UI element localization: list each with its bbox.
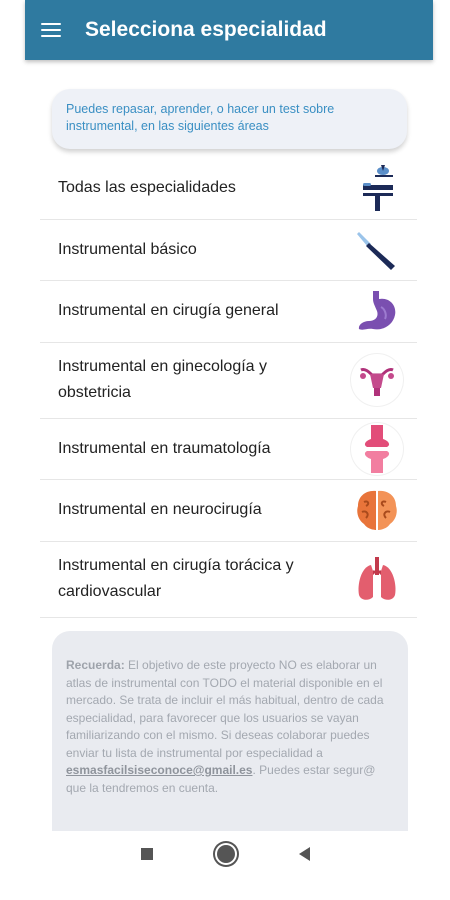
lungs-icon — [351, 553, 403, 605]
specialty-item-gynecology[interactable]: Instrumental en ginecología y obstetrici… — [40, 343, 417, 419]
specialty-item-thoracic-cardiovascular[interactable]: Instrumental en cirugía torácica y cardi… — [40, 542, 417, 618]
specialty-item-neurosurgery[interactable]: Instrumental en neurocirugía — [40, 480, 417, 542]
reminder-lead: Recuerda: — [66, 658, 125, 672]
stomach-icon — [351, 285, 403, 337]
app-bar: Selecciona especialidad — [25, 0, 433, 60]
specialty-item-all[interactable]: Todas las especialidades — [40, 158, 417, 220]
intro-card: Puedes repasar, aprender, o hacer un tes… — [52, 89, 407, 149]
specialty-label: Instrumental básico — [58, 240, 197, 258]
intro-text: Puedes repasar, aprender, o hacer un tes… — [66, 102, 335, 133]
specialty-label: Todas las especialidades — [58, 179, 236, 197]
specialty-label: Instrumental en ginecología y obstetrici… — [58, 358, 268, 401]
hamburger-menu-icon[interactable] — [25, 0, 77, 60]
circle-home-icon[interactable] — [216, 845, 235, 863]
specialty-list: Todas las especialidades Instrumental bá… — [40, 158, 417, 618]
specialty-item-general-surgery[interactable]: Instrumental en cirugía general — [40, 281, 417, 343]
page-title: Selecciona especialidad — [85, 18, 327, 41]
specialty-item-basic[interactable]: Instrumental básico — [40, 220, 417, 281]
scalpel-icon — [351, 224, 403, 276]
reminder-body: El objetivo de este proyecto NO es elabo… — [66, 658, 384, 760]
contact-email-link[interactable]: esmasfacilsiseconoce@gmail.es — [66, 763, 252, 777]
system-nav-bar — [0, 832, 450, 876]
specialty-label: Instrumental en cirugía torácica y cardi… — [58, 557, 294, 600]
operating-table-icon — [351, 162, 403, 214]
specialty-label: Instrumental en neurocirugía — [58, 501, 262, 519]
reminder-card: Recuerda: El objetivo de este proyecto N… — [52, 631, 408, 831]
triangle-back-icon[interactable] — [298, 847, 310, 861]
uterus-icon — [351, 354, 403, 406]
square-recents-icon[interactable] — [140, 848, 153, 860]
specialty-label: Instrumental en cirugía general — [58, 302, 279, 320]
specialty-label: Instrumental en traumatología — [58, 439, 271, 457]
specialty-item-traumatology[interactable]: Instrumental en traumatología — [40, 419, 417, 480]
knee-joint-icon — [351, 422, 403, 475]
brain-icon — [351, 484, 403, 536]
